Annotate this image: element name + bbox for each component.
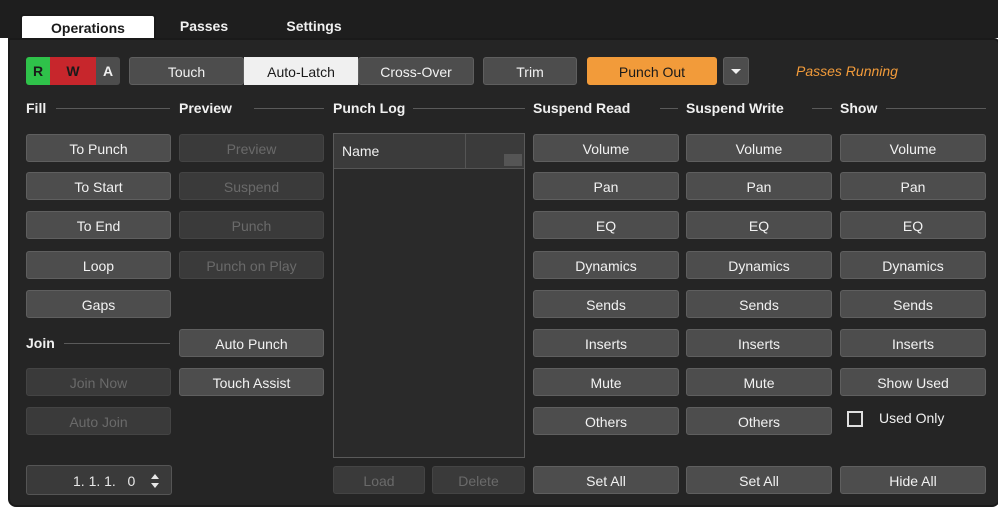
punch-out-button[interactable]: Punch Out: [587, 57, 717, 85]
show-header: Show: [840, 100, 878, 116]
suspend-write-mute-button[interactable]: Mute: [686, 368, 832, 396]
suspend-read-set-all-button[interactable]: Set All: [533, 466, 679, 494]
delete-button[interactable]: Delete: [432, 466, 525, 494]
show-volume-button[interactable]: Volume: [840, 134, 986, 162]
punch-mode-dropdown[interactable]: [723, 57, 749, 85]
suspend-write-pan-button[interactable]: Pan: [686, 172, 832, 200]
join-header: Join: [26, 335, 55, 351]
load-button[interactable]: Load: [333, 466, 425, 494]
show-divider: [886, 108, 986, 109]
touch-assist-button[interactable]: Touch Assist: [179, 368, 324, 396]
auto-join-button[interactable]: Auto Join: [26, 407, 171, 435]
auto-latch-mode-button[interactable]: Auto-Latch: [244, 57, 358, 85]
suspend-write-inserts-button[interactable]: Inserts: [686, 329, 832, 357]
show-inserts-button[interactable]: Inserts: [840, 329, 986, 357]
chevron-down-icon: [731, 69, 741, 74]
column-divider: [465, 134, 466, 168]
punch-log-list[interactable]: Name: [333, 133, 525, 458]
suspend-write-eq-button[interactable]: EQ: [686, 211, 832, 239]
cross-over-mode-button[interactable]: Cross-Over: [358, 57, 474, 85]
show-used-button[interactable]: Show Used: [840, 368, 986, 396]
preview-header: Preview: [179, 100, 232, 116]
fill-to-end-button[interactable]: To End: [26, 211, 171, 239]
fill-to-punch-button[interactable]: To Punch: [26, 134, 171, 162]
suspend-read-inserts-button[interactable]: Inserts: [533, 329, 679, 357]
suspend-read-others-button[interactable]: Others: [533, 407, 679, 435]
punch-button[interactable]: Punch: [179, 211, 324, 239]
fill-header: Fill: [26, 100, 47, 116]
punch-log-header: Punch Log: [333, 100, 406, 116]
join-divider: [64, 343, 170, 344]
suspend-read-sends-button[interactable]: Sends: [533, 290, 679, 318]
suspend-write-others-button[interactable]: Others: [686, 407, 832, 435]
trim-button[interactable]: Trim: [483, 57, 577, 85]
fill-gaps-button[interactable]: Gaps: [26, 290, 171, 318]
show-sends-button[interactable]: Sends: [840, 290, 986, 318]
suspend-write-set-all-button[interactable]: Set All: [686, 466, 832, 494]
all-toggle[interactable]: A: [96, 57, 120, 85]
punch-log-divider: [413, 108, 525, 109]
used-only-checkbox[interactable]: [847, 411, 863, 427]
preview-divider: [254, 108, 324, 109]
suspend-button[interactable]: Suspend: [179, 172, 324, 200]
punch-on-play-button[interactable]: Punch on Play: [179, 251, 324, 279]
spinner-arrows-icon[interactable]: [149, 472, 161, 490]
show-dynamics-button[interactable]: Dynamics: [840, 251, 986, 279]
suspend-read-divider: [660, 108, 678, 109]
write-toggle[interactable]: W: [50, 57, 96, 85]
tab-passes[interactable]: Passes: [168, 14, 240, 38]
list-corner: [504, 154, 522, 166]
tab-settings[interactable]: Settings: [272, 14, 356, 38]
preview-button[interactable]: Preview: [179, 134, 324, 162]
tab-operations[interactable]: Operations: [20, 14, 156, 40]
hide-all-button[interactable]: Hide All: [840, 466, 986, 494]
suspend-write-sends-button[interactable]: Sends: [686, 290, 832, 318]
show-pan-button[interactable]: Pan: [840, 172, 986, 200]
position-field[interactable]: 1. 1. 1. 0: [26, 465, 172, 495]
suspend-read-volume-button[interactable]: Volume: [533, 134, 679, 162]
position-value: 1. 1. 1. 0: [73, 473, 136, 489]
suspend-read-dynamics-button[interactable]: Dynamics: [533, 251, 679, 279]
used-only-label: Used Only: [879, 410, 945, 426]
show-eq-button[interactable]: EQ: [840, 211, 986, 239]
suspend-write-header: Suspend Write: [686, 100, 784, 116]
punch-log-list-header: Name: [334, 134, 524, 169]
suspend-read-mute-button[interactable]: Mute: [533, 368, 679, 396]
suspend-write-divider: [812, 108, 832, 109]
suspend-write-volume-button[interactable]: Volume: [686, 134, 832, 162]
suspend-read-pan-button[interactable]: Pan: [533, 172, 679, 200]
fill-to-start-button[interactable]: To Start: [26, 172, 171, 200]
passes-status: Passes Running: [796, 63, 898, 79]
fill-loop-button[interactable]: Loop: [26, 251, 171, 279]
suspend-write-dynamics-button[interactable]: Dynamics: [686, 251, 832, 279]
column-name-header[interactable]: Name: [342, 143, 379, 159]
join-now-button[interactable]: Join Now: [26, 368, 171, 396]
suspend-read-header: Suspend Read: [533, 100, 631, 116]
fill-divider: [56, 108, 170, 109]
auto-punch-button[interactable]: Auto Punch: [179, 329, 324, 357]
read-toggle[interactable]: R: [26, 57, 50, 85]
suspend-read-eq-button[interactable]: EQ: [533, 211, 679, 239]
touch-mode-button[interactable]: Touch: [129, 57, 244, 85]
